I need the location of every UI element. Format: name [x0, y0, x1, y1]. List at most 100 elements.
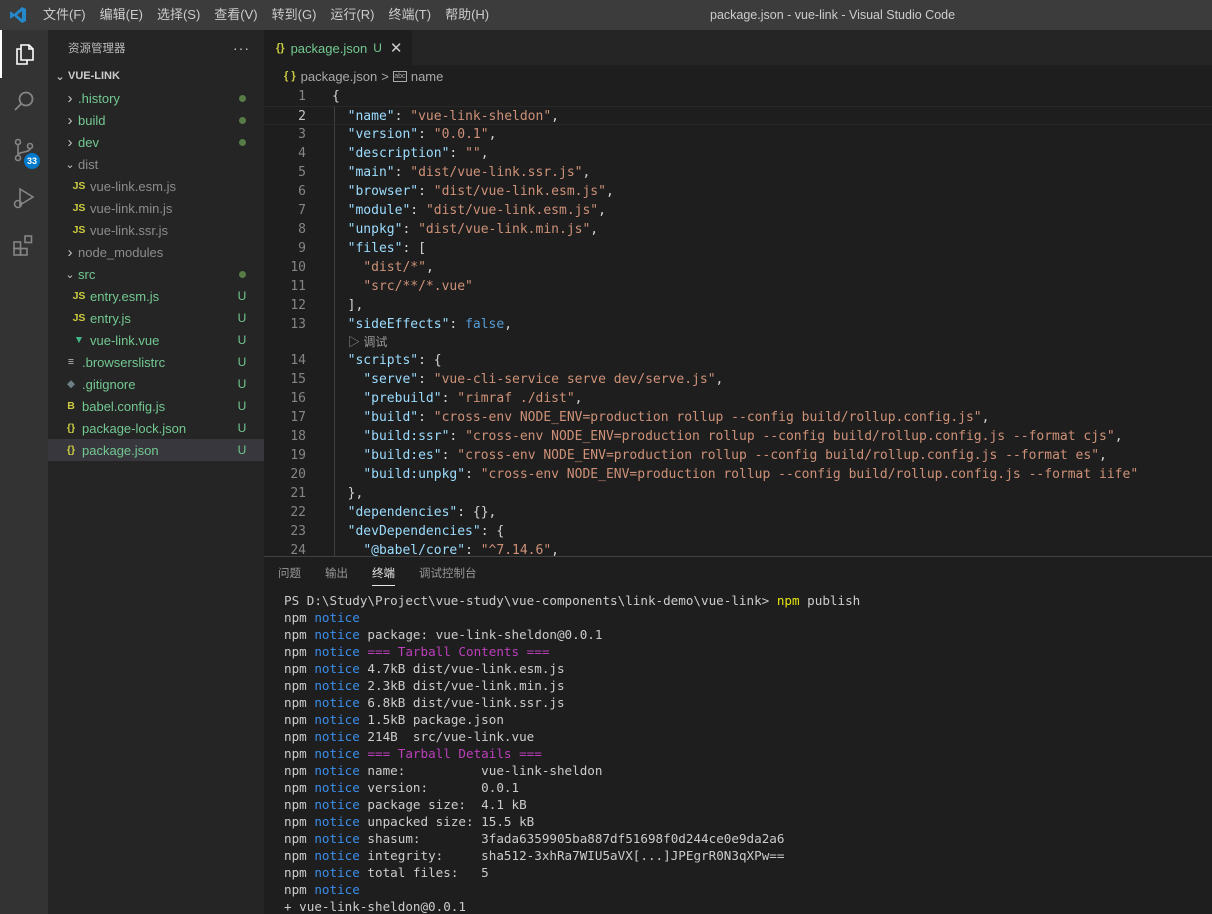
explorer-title: 资源管理器	[68, 42, 126, 55]
tree-folder[interactable]: › node_modules	[48, 241, 264, 263]
close-icon[interactable]: ✕	[390, 39, 403, 57]
vscode-logo-icon	[0, 0, 36, 30]
string-symbol-icon: abc	[392, 70, 407, 82]
menu-run[interactable]: 运行(R)	[323, 0, 381, 30]
terminal-line: npm notice total files: 5	[284, 865, 489, 880]
code-line: 4 "description": "",	[298, 146, 489, 161]
tree-folder[interactable]: › .history	[48, 87, 264, 109]
terminal-line: npm notice 4.7kB dist/vue-link.esm.js	[284, 661, 565, 676]
tree-folder[interactable]: › dev	[48, 131, 264, 153]
tree-folder[interactable]: › build	[48, 109, 264, 131]
tree-file[interactable]: Bbabel.config.js U	[48, 395, 264, 417]
code-line: 12 ],	[290, 298, 364, 313]
menu-file[interactable]: 文件(F)	[36, 0, 93, 30]
explorer-icon[interactable]	[0, 30, 48, 78]
tree-item-label: node_modules	[78, 244, 164, 260]
code-line: 11 "src/**/*.vue"	[290, 279, 473, 294]
terminal-line: npm notice shasum: 3fada6359905ba887df51…	[284, 831, 785, 846]
tree-file[interactable]: ◆ .gitignore U	[48, 373, 264, 395]
terminal-line: npm notice === Tarball Details ===	[284, 746, 542, 761]
chevron-down-icon: ⌄	[65, 158, 75, 171]
search-icon[interactable]	[0, 78, 48, 126]
panel-tabs: 问题 输出 终端 调试控制台	[264, 557, 1212, 592]
tab-debug-console[interactable]: 调试控制台	[419, 557, 477, 592]
terminal-line: npm notice	[284, 882, 360, 897]
tab-label: package.json	[290, 40, 368, 56]
menu-selection[interactable]: 选择(S)	[150, 0, 207, 30]
git-status: U	[237, 421, 247, 435]
debug-codelens[interactable]: ▷ 调试	[264, 334, 1212, 351]
extensions-icon[interactable]	[0, 222, 48, 270]
menu-go[interactable]: 转到(G)	[265, 0, 324, 30]
code-line: 15 "serve": "vue-cli-service serve dev/s…	[290, 372, 724, 387]
git-modified-dot-icon	[236, 91, 248, 105]
code-line: 24 "@babel/core": "^7.14.6",	[290, 543, 559, 556]
code-line: 5 "main": "dist/vue-link.ssr.js",	[298, 165, 591, 180]
tab-package-json[interactable]: {} package.json U ✕	[264, 30, 413, 65]
project-header[interactable]: ⌄ VUE-LINK	[48, 65, 264, 87]
breadcrumb-file[interactable]: package.json	[301, 69, 378, 84]
tree-item-label: vue-link.esm.js	[90, 178, 176, 194]
chevron-right-icon: ›	[67, 111, 73, 129]
editor-tab-bar: {} package.json U ✕	[264, 30, 1212, 65]
code-editor[interactable]: 1{ 2 "name": "vue-link-sheldon", 3 "vers…	[264, 87, 1212, 556]
code-line: 20 "build:unpkg": "cross-env NODE_ENV=pr…	[290, 467, 1139, 482]
tree-file[interactable]: JS vue-link.min.js	[48, 197, 264, 219]
file-tree: › .history › build › dev ⌄ dist JS vue-link.esm.j…	[48, 87, 264, 461]
source-control-icon[interactable]: 33	[0, 126, 48, 174]
explorer-header: 资源管理器 ···	[48, 30, 264, 65]
tree-file[interactable]: JS entry.js U	[48, 307, 264, 329]
tree-folder[interactable]: ⌄ src	[48, 263, 264, 285]
git-status: U	[237, 333, 247, 347]
tree-file[interactable]: {} package.json U	[48, 439, 264, 461]
git-status: U	[237, 443, 247, 457]
tree-file[interactable]: JS vue-link.esm.js	[48, 175, 264, 197]
terminal-line: npm notice 214B src/vue-link.vue	[284, 729, 535, 744]
code-line: 17 "build": "cross-env NODE_ENV=producti…	[290, 410, 990, 425]
chevron-down-icon: ⌄	[65, 268, 75, 281]
config-file-icon: ≡	[67, 356, 75, 368]
tree-file[interactable]: JS vue-link.ssr.js	[48, 219, 264, 241]
tree-file[interactable]: {} package-lock.json U	[48, 417, 264, 439]
code-line: 13 "sideEffects": false,	[290, 317, 513, 332]
tree-item-label: vue-link.ssr.js	[90, 222, 169, 238]
code-line: 1{	[298, 89, 340, 104]
terminal-output[interactable]: PS D:\Study\Project\vue-study\vue-compon…	[264, 592, 1212, 914]
tree-file[interactable]: JS entry.esm.js U	[48, 285, 264, 307]
tab-terminal[interactable]: 终端	[372, 557, 395, 592]
code-line: 9 "files": [	[298, 241, 426, 256]
terminal-line: npm notice name: vue-link-sheldon	[284, 763, 603, 778]
code-line: 8 "unpkg": "dist/vue-link.min.js",	[298, 222, 599, 237]
menu-bar: 文件(F) 编辑(E) 选择(S) 查看(V) 转到(G) 运行(R) 终端(T…	[36, 0, 496, 30]
chevron-right-icon: ›	[67, 89, 73, 107]
tab-output[interactable]: 输出	[325, 557, 348, 592]
git-status: U	[237, 289, 247, 303]
chevron-right-icon: ›	[67, 243, 73, 261]
project-name: VUE-LINK	[68, 70, 120, 82]
breadcrumb-symbol[interactable]: name	[411, 69, 444, 84]
code-line: 16 "prebuild": "rimraf ./dist",	[290, 391, 583, 406]
menu-terminal[interactable]: 终端(T)	[381, 0, 438, 30]
tree-file[interactable]: ▼ vue-link.vue U	[48, 329, 264, 351]
tree-folder[interactable]: ⌄ dist	[48, 153, 264, 175]
git-status: U	[237, 377, 247, 391]
vue-file-icon: ▼	[73, 334, 85, 346]
menu-help[interactable]: 帮助(H)	[438, 0, 496, 30]
tab-problems[interactable]: 问题	[278, 557, 301, 592]
terminal-line: npm notice 6.8kB dist/vue-link.ssr.js	[284, 695, 565, 710]
terminal-line: npm notice package size: 4.1 kB	[284, 797, 527, 812]
terminal-line: npm notice 1.5kB package.json	[284, 712, 504, 727]
terminal-line: npm notice version: 0.0.1	[284, 780, 520, 795]
terminal-line: npm notice === Tarball Contents ===	[284, 644, 550, 659]
code-line: 23 "devDependencies": {	[290, 524, 505, 539]
code-line: 21 },	[290, 486, 364, 501]
git-status: U	[237, 399, 247, 413]
more-actions-icon[interactable]: ···	[233, 40, 250, 56]
menu-edit[interactable]: 编辑(E)	[93, 0, 150, 30]
menu-view[interactable]: 查看(V)	[207, 0, 264, 30]
tree-item-label: vue-link.min.js	[90, 200, 173, 216]
tree-file[interactable]: ≡ .browserslistrc U	[48, 351, 264, 373]
run-debug-icon[interactable]	[0, 174, 48, 222]
json-file-icon: {}	[66, 444, 76, 456]
bottom-panel: 问题 输出 终端 调试控制台 PS D:\Study\Project\vue-s…	[264, 556, 1212, 914]
